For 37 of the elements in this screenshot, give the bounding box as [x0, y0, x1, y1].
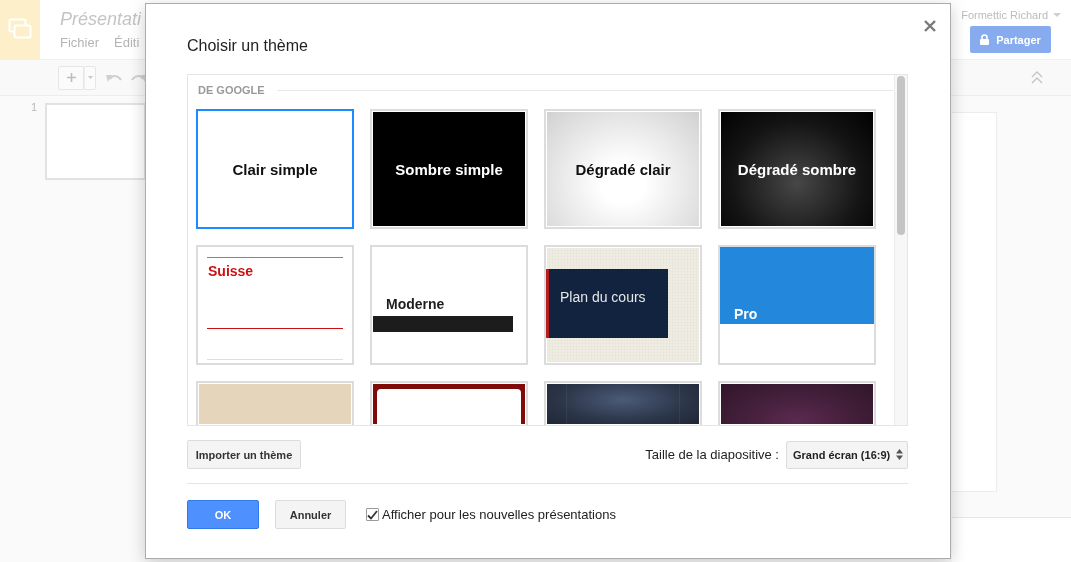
theme-tile[interactable]: Dégradé sombre — [718, 109, 876, 229]
caret-icon[interactable] — [1053, 13, 1061, 17]
checkbox-label[interactable]: Afficher pour les nouvelles présentations — [382, 507, 616, 522]
slide-size-select[interactable]: Grand écran (16:9) — [786, 440, 908, 469]
theme-tile[interactable] — [196, 381, 354, 425]
slide-thumbnail[interactable] — [45, 103, 147, 180]
lock-icon — [980, 34, 990, 45]
dropdown-button[interactable] — [84, 65, 96, 90]
theme-tile[interactable]: Pro — [718, 245, 876, 365]
theme-tile[interactable]: Plan du cours — [544, 245, 702, 365]
scrollbar[interactable] — [894, 75, 907, 425]
notes-area[interactable] — [952, 517, 1071, 562]
theme-tile[interactable] — [718, 381, 876, 425]
cancel-button[interactable]: Annuler — [275, 500, 346, 529]
up-down-arrows-icon — [896, 449, 903, 460]
theme-tile[interactable]: Moderne — [370, 245, 528, 365]
theme-tile[interactable] — [370, 381, 528, 425]
caret-icon — [87, 76, 93, 79]
theme-tile[interactable]: Dégradé clair — [544, 109, 702, 229]
check-icon — [367, 509, 378, 520]
slide-size-label: Taille de la diapositive : — [645, 447, 779, 462]
add-button[interactable] — [58, 65, 84, 90]
theme-tile[interactable] — [544, 381, 702, 425]
checkbox[interactable] — [366, 508, 379, 521]
dialog-title: Choisir un thème — [187, 36, 309, 56]
theme-tile[interactable]: Sombre simple — [370, 109, 528, 229]
section-heading: DE GOOGLE — [198, 83, 265, 97]
undo-icon[interactable] — [106, 72, 122, 83]
logo-icon[interactable] — [0, 0, 40, 59]
import-theme-button[interactable]: Importer un thème — [187, 440, 301, 469]
plus-icon — [66, 73, 76, 82]
theme-tile[interactable]: Clair simple — [196, 109, 354, 229]
theme-tile[interactable]: Suisse — [196, 245, 354, 365]
scrollbar-thumb[interactable] — [897, 76, 905, 235]
close-icon[interactable] — [924, 20, 936, 32]
double-chevron-up-icon[interactable] — [1031, 71, 1043, 84]
slide-number: 1 — [31, 101, 38, 113]
